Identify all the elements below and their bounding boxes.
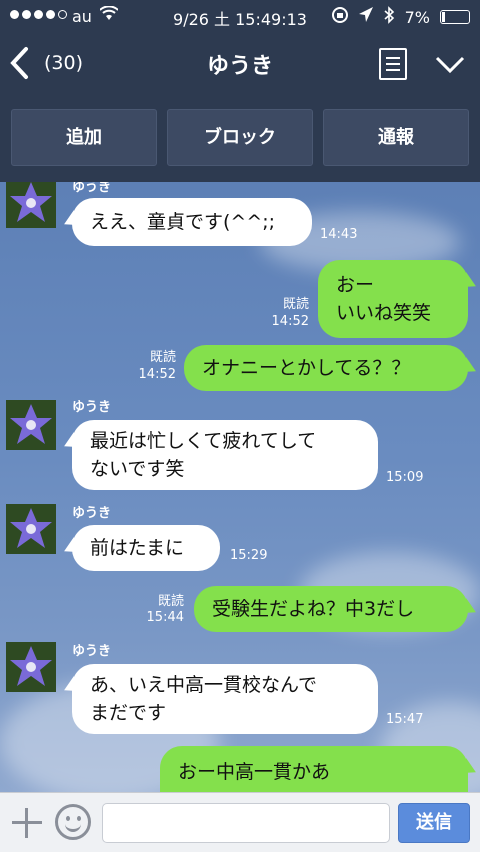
message-bubble-incoming[interactable]: あ、いえ中高一貫校なんで まだです — [60, 664, 378, 734]
send-button[interactable]: 送信 — [398, 803, 470, 843]
message-time: 14:52 — [271, 314, 309, 329]
message-input-bar: 送信 — [0, 792, 480, 852]
message-line: 受験生だよね？中3だし — [212, 598, 415, 620]
message-input[interactable] — [102, 803, 390, 843]
message-line: ええ、童貞です(^^;; — [90, 211, 276, 233]
add-friend-button[interactable]: 追加 — [11, 109, 157, 166]
battery-percent: 7% — [404, 7, 430, 27]
message-line: あ、いえ中高一貫校なんで — [90, 674, 318, 696]
avatar[interactable] — [6, 642, 56, 692]
sender-name: ゆうき — [72, 644, 112, 659]
chevron-down-icon[interactable] — [434, 50, 466, 78]
avatar[interactable] — [6, 504, 56, 554]
message-bubble-outgoing[interactable]: おー いいね笑笑 — [318, 260, 480, 338]
sender-name: ゆうき — [72, 182, 112, 195]
read-receipt: 既読 — [157, 594, 184, 609]
message-line: ないです笑 — [90, 458, 185, 480]
message-bubble-outgoing[interactable]: オナニーとかしてる？？ — [184, 345, 480, 391]
avatar[interactable] — [6, 182, 56, 228]
message-bubble-incoming[interactable]: 前はたまに — [60, 525, 220, 571]
message-time: 15:09 — [386, 470, 424, 485]
emoji-icon[interactable] — [55, 804, 91, 840]
message-time: 14:52 — [138, 367, 176, 382]
chat-title: ゆうき — [206, 54, 273, 79]
message-bubble-incoming[interactable]: ええ、童貞です(^^;; — [60, 198, 312, 246]
message-time: 15:44 — [146, 610, 184, 625]
location-icon — [358, 7, 373, 27]
message-time: 14:43 — [320, 227, 358, 242]
battery-icon — [440, 10, 470, 24]
message-line: いいね笑笑 — [336, 302, 432, 324]
message-time: 15:29 — [230, 548, 268, 563]
message-line: 最近は忙しくて疲れてして — [90, 430, 317, 452]
read-receipt: 既読 — [149, 350, 176, 365]
nav-bar: (30) ゆうき — [0, 36, 480, 92]
block-button[interactable]: ブロック — [167, 109, 313, 166]
report-button[interactable]: 通報 — [323, 109, 469, 166]
sender-name: ゆうき — [72, 400, 112, 415]
rotation-lock-icon — [331, 6, 349, 28]
sender-name: ゆうき — [72, 506, 112, 521]
notes-icon[interactable] — [379, 48, 407, 80]
message-line: おー — [336, 274, 375, 296]
message-line: オナニーとかしてる？？ — [202, 357, 411, 379]
message-bubble-incoming[interactable]: 最近は忙しくて疲れてして ないです笑 — [60, 420, 378, 490]
plus-icon[interactable] — [10, 806, 44, 840]
message-time: 15:47 — [386, 712, 424, 727]
status-bar: au 9/26 土 15:49:13 7% — [0, 0, 480, 36]
friend-actions: 追加 ブロック 通報 — [0, 92, 480, 182]
message-line: おー中高一貫かあ — [178, 761, 331, 783]
message-line: まだです — [90, 702, 167, 724]
message-bubble-outgoing[interactable]: 受験生だよね？中3だし — [194, 586, 480, 632]
chat-area[interactable]: ゆうき ええ、童貞です(^^;; 14:43 既読 14:52 おー いいね笑笑… — [0, 182, 480, 792]
bluetooth-icon — [383, 6, 395, 28]
message-bubble-outgoing[interactable]: おー中高一貫かあ — [160, 746, 480, 792]
read-receipt: 既読 — [282, 297, 309, 312]
message-line: 前はたまに — [90, 537, 185, 559]
avatar[interactable] — [6, 400, 56, 450]
